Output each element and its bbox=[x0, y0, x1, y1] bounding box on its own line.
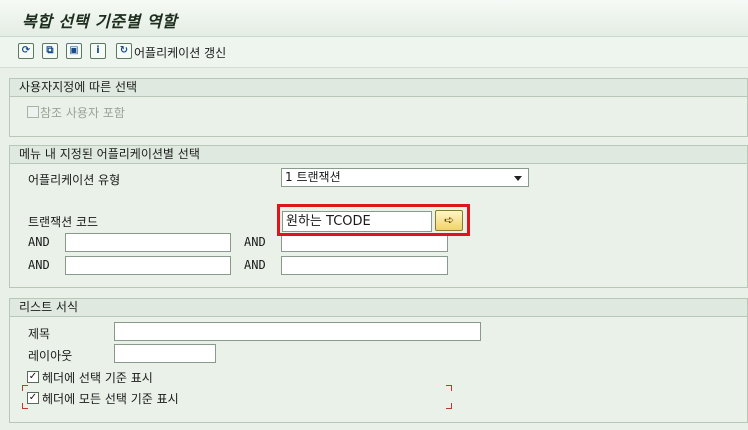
show-header-criteria-checkbox[interactable]: ✓ bbox=[27, 371, 39, 383]
show-header-criteria-label: 헤더에 선택 기준 표시 bbox=[42, 371, 153, 385]
title-bar: 복합 선택 기준별 역할 bbox=[0, 0, 748, 37]
report-title-label: 제목 bbox=[28, 327, 51, 341]
include-reference-user-label: 참조 사용자 포함 bbox=[40, 106, 125, 120]
and-input-1[interactable] bbox=[65, 233, 231, 252]
group-user-assignment: 사용자지정에 따른 선택 참조 사용자 포함 bbox=[9, 78, 748, 137]
transaction-code-label: 트랜잭션 코드 bbox=[28, 215, 99, 229]
application-toolbar: ⟳ ⧉ ▣ i ↻ 어플리케이션 갱신 bbox=[0, 37, 748, 68]
multiple-selection-button[interactable]: ➪ bbox=[435, 210, 463, 231]
copy-icon[interactable]: ⧉ bbox=[42, 43, 58, 59]
arrow-right-icon: ➪ bbox=[443, 213, 455, 227]
focus-corner bbox=[446, 403, 452, 409]
focus-corner bbox=[22, 385, 28, 391]
and-label: AND bbox=[28, 258, 50, 272]
and-label: AND bbox=[244, 258, 266, 272]
execute-icon[interactable]: ⟳ bbox=[18, 43, 34, 59]
application-type-value: 1 트랜잭션 bbox=[285, 170, 341, 184]
group-list-format: 리스트 서식 제목 레이아웃 ✓ 헤더에 선택 기준 표시 ✓ 헤더에 모든 선… bbox=[9, 298, 748, 423]
group-user-assignment-header: 사용자지정에 따른 선택 bbox=[10, 79, 747, 97]
chevron-down-icon bbox=[514, 176, 522, 181]
and-input-3[interactable] bbox=[65, 256, 231, 275]
page-title: 복합 선택 기준별 역할 bbox=[22, 12, 178, 31]
layout-label: 레이아웃 bbox=[28, 349, 73, 363]
focus-corner bbox=[446, 385, 452, 391]
group-list-format-header: 리스트 서식 bbox=[10, 299, 747, 317]
save-variant-icon[interactable]: ▣ bbox=[66, 43, 82, 59]
refresh-icon[interactable]: ↻ bbox=[116, 43, 132, 59]
include-reference-user-checkbox[interactable] bbox=[27, 106, 39, 118]
and-label: AND bbox=[28, 235, 50, 249]
show-all-header-criteria-label: 헤더에 모든 선택 기준 표시 bbox=[42, 392, 179, 406]
application-type-select[interactable]: 1 트랜잭션 bbox=[281, 168, 529, 187]
layout-input[interactable] bbox=[114, 344, 216, 363]
show-all-header-criteria-checkbox[interactable]: ✓ bbox=[27, 392, 39, 404]
group-menu-application-header: 메뉴 내 지정된 어플리케이션별 선택 bbox=[10, 146, 747, 164]
and-input-4[interactable] bbox=[281, 256, 448, 275]
report-title-input[interactable] bbox=[114, 322, 481, 341]
application-type-label: 어플리케이션 유형 bbox=[28, 173, 121, 187]
and-label: AND bbox=[244, 235, 266, 249]
refresh-applications-button[interactable]: 어플리케이션 갱신 bbox=[134, 44, 226, 61]
info-icon[interactable]: i bbox=[90, 43, 106, 59]
focus-corner bbox=[22, 403, 28, 409]
